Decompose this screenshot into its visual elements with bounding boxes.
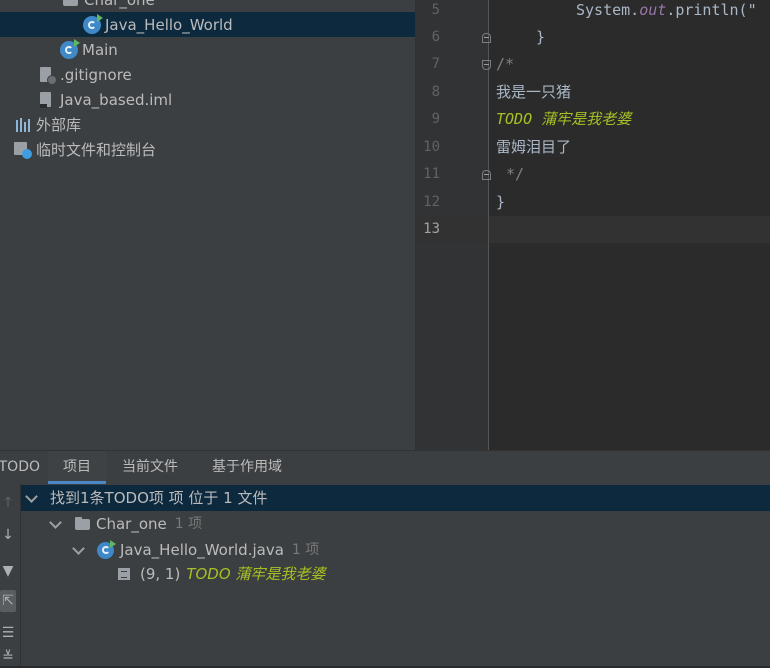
code-line-7: /* bbox=[496, 51, 514, 78]
line-number: 6 bbox=[416, 24, 440, 51]
code-line-11: */ bbox=[506, 161, 524, 188]
tree-item-label: .gitignore bbox=[60, 66, 132, 84]
tree-item-label: Java_Hello_World bbox=[105, 16, 233, 34]
scratch-icon bbox=[14, 141, 32, 159]
line-number: 5 bbox=[416, 0, 440, 24]
tab-scope-based[interactable]: 基于作用域 bbox=[212, 451, 282, 484]
iml-file-icon bbox=[38, 91, 56, 109]
line-number: 11 bbox=[416, 161, 440, 188]
todo-item-text: TODO 蒲牢是我老婆 bbox=[186, 561, 325, 587]
code-line-6: } bbox=[536, 24, 545, 51]
todo-file-label: Java_Hello_World.java bbox=[120, 537, 284, 563]
class-icon bbox=[60, 41, 78, 59]
line-number: 9 bbox=[416, 106, 440, 133]
folder-icon bbox=[74, 515, 92, 533]
code-line-8: 我是一只猪 bbox=[496, 79, 571, 106]
line-number: 12 bbox=[416, 189, 440, 216]
tree-item-scratches[interactable]: 临时文件和控制台 bbox=[0, 137, 416, 162]
gitignore-file-icon bbox=[38, 66, 56, 84]
tree-item-label: 外部库 bbox=[36, 114, 81, 135]
chevron-down-icon[interactable] bbox=[49, 516, 62, 529]
expand-all-icon[interactable]: ☰ bbox=[0, 622, 16, 644]
folder-icon bbox=[62, 0, 80, 9]
fold-marker-icon[interactable] bbox=[482, 170, 491, 180]
filter-icon[interactable]: ▼ bbox=[0, 560, 16, 582]
line-number: 8 bbox=[416, 79, 440, 106]
tree-item-label: 临时文件和控制台 bbox=[36, 139, 156, 160]
tab-current-file[interactable]: 当前文件 bbox=[122, 451, 178, 484]
todo-summary-row[interactable]: 找到1条TODO项 项 位于 1 文件 bbox=[21, 485, 770, 511]
todo-folder-count: 1 项 bbox=[175, 511, 202, 537]
code-line-10: 雷姆泪目了 bbox=[496, 134, 571, 161]
tree-item-external-libraries[interactable]: 外部库 bbox=[0, 112, 416, 137]
tree-item-label: Main bbox=[82, 41, 118, 59]
todo-toolbar: ↑ ↓ ▼ ⇱ ☰ ≚ bbox=[0, 484, 21, 666]
todo-file-count: 1 项 bbox=[292, 537, 319, 563]
todo-tab-bar bbox=[0, 451, 770, 484]
todo-summary: 找到1条TODO项 项 位于 1 文件 bbox=[50, 485, 268, 511]
todo-folder-row[interactable]: Char_one 1 项 bbox=[45, 511, 202, 537]
code-line-9-todo: TODO 蒲牢是我老婆 bbox=[496, 106, 631, 133]
todo-item-icon bbox=[118, 568, 130, 580]
project-tree: Char_one Java_Hello_World Main .gitignor… bbox=[0, 0, 416, 450]
next-todo-icon[interactable]: ↓ bbox=[0, 524, 16, 546]
chevron-down-icon[interactable] bbox=[25, 490, 38, 503]
line-number: 10 bbox=[416, 134, 440, 161]
fold-marker-icon[interactable] bbox=[482, 60, 491, 70]
todo-panel-title: TODO: bbox=[0, 451, 40, 484]
tree-item-label: Java_based.iml bbox=[60, 91, 172, 109]
tree-item-main[interactable]: Main bbox=[0, 37, 416, 62]
class-icon bbox=[83, 16, 101, 34]
current-line-number: 13 bbox=[416, 216, 440, 243]
current-line-highlight bbox=[416, 216, 770, 243]
todo-file-row[interactable]: Java_Hello_World.java 1 项 bbox=[68, 537, 319, 563]
library-icon bbox=[14, 116, 32, 134]
tree-item-iml[interactable]: Java_based.iml bbox=[0, 87, 416, 112]
code-line-5: System.out.println(" bbox=[576, 0, 757, 24]
previous-todo-icon[interactable]: ↑ bbox=[0, 492, 16, 514]
todo-folder-label: Char_one bbox=[96, 511, 167, 537]
todo-item-row[interactable]: (9, 1) TODO 蒲牢是我老婆 bbox=[118, 561, 325, 587]
autoscroll-icon[interactable]: ⇱ bbox=[0, 590, 16, 612]
class-icon bbox=[97, 542, 114, 559]
tab-project[interactable]: 项目 bbox=[48, 451, 106, 484]
tree-item-char-one[interactable]: Char_one bbox=[0, 0, 416, 12]
code-line-12: } bbox=[496, 189, 505, 216]
chevron-down-icon[interactable] bbox=[72, 542, 85, 555]
todo-item-position: (9, 1) bbox=[140, 561, 180, 587]
tree-item-gitignore[interactable]: .gitignore bbox=[0, 62, 416, 87]
tree-item-java-hello-world[interactable]: Java_Hello_World bbox=[0, 12, 416, 37]
line-number: 7 bbox=[416, 51, 440, 78]
tree-item-label: Char_one bbox=[84, 0, 155, 9]
collapse-all-icon[interactable]: ≚ bbox=[0, 646, 16, 668]
fold-marker-icon[interactable] bbox=[482, 33, 491, 43]
